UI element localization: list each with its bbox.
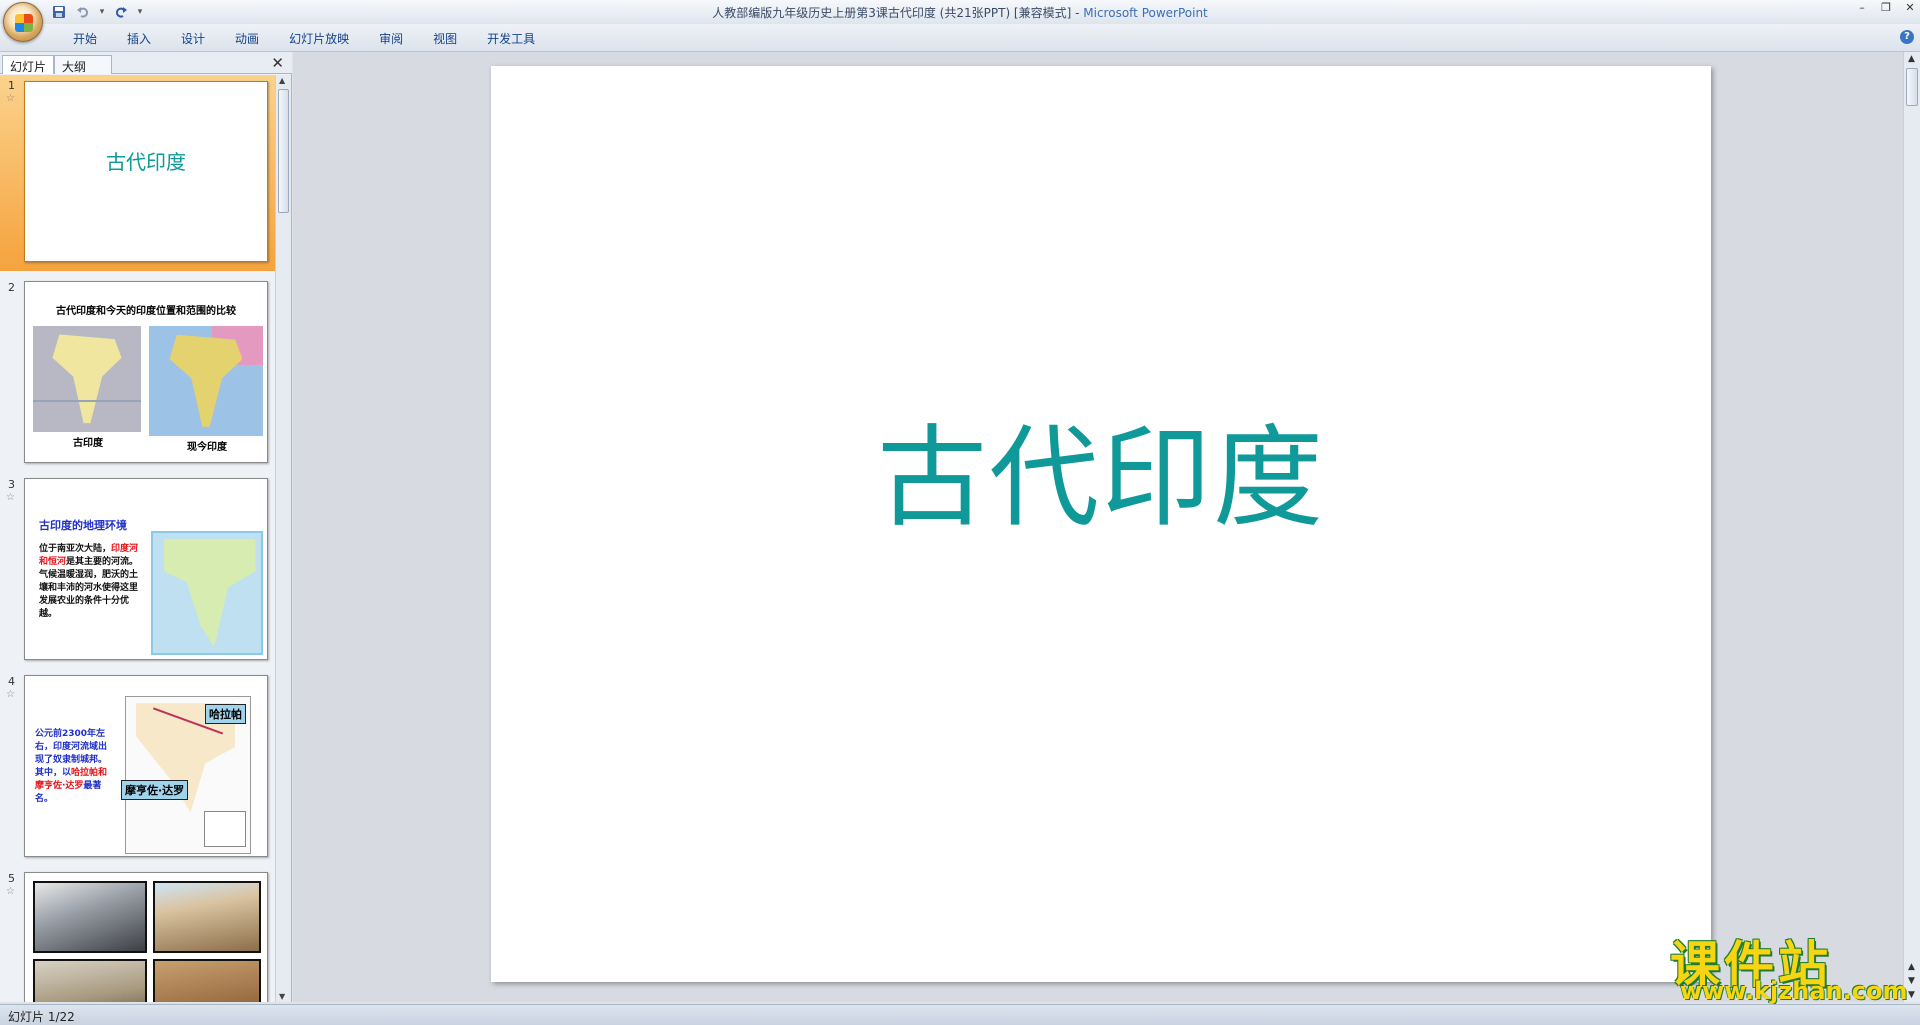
- thumbnail-title: 古代印度: [106, 150, 186, 174]
- thumbnail-number: 2: [8, 281, 15, 294]
- tab-slides[interactable]: 幻灯片: [2, 55, 55, 74]
- restore-icon[interactable]: ❐: [1880, 2, 1892, 14]
- thumbnail-list: 1 ☆ 古代印度 2 古代印度和今天的印度位置和范围的比较 古印度 现今印度 3…: [0, 75, 275, 1002]
- tab-developer[interactable]: 开发工具: [472, 30, 550, 47]
- ancient-india-map: [33, 326, 141, 432]
- animation-star-icon: ☆: [6, 886, 15, 897]
- thumbnail-preview: 古代印度: [24, 81, 268, 262]
- thumbnail-slide-2[interactable]: 2 古代印度和今天的印度位置和范围的比较 古印度 现今印度: [0, 275, 275, 465]
- window-controls: – ❐ ✕: [1856, 2, 1916, 14]
- animation-star-icon: ☆: [6, 93, 15, 104]
- tab-view[interactable]: 视图: [418, 30, 472, 47]
- tab-animations[interactable]: 动画: [220, 30, 274, 47]
- tab-insert[interactable]: 插入: [112, 30, 166, 47]
- tab-outline[interactable]: 大纲: [54, 55, 112, 74]
- thumbnail-body: 公元前2300年左右，印度河流域出现了奴隶制城邦。其中，以哈拉帕和摩亨佐·达罗最…: [35, 729, 108, 804]
- app-name: Microsoft PowerPoint: [1083, 6, 1208, 20]
- pane-scrollbar[interactable]: ▲ ▼: [275, 75, 291, 1002]
- thumbnail-number: 5: [8, 872, 15, 885]
- scroll-up-icon[interactable]: ▲: [279, 76, 285, 85]
- tab-review[interactable]: 审阅: [364, 30, 418, 47]
- editor-scrollbar[interactable]: ▲ ▲ ▼ ▼: [1903, 52, 1920, 1002]
- callout-mohenjo-daro: 摩亨佐·达罗: [121, 780, 189, 800]
- thumbnail-preview: 古代印度和今天的印度位置和范围的比较 古印度 现今印度: [24, 281, 268, 463]
- caption-modern: 现今印度: [187, 442, 227, 453]
- thumbnail-number: 3: [8, 478, 15, 491]
- caption-ancient: 古印度: [73, 438, 103, 449]
- thumbnail-preview: 古印度的地理环境 位于南亚次大陆，印度河和恒河是其主要的河流。气候温暖湿润，肥沃…: [24, 478, 268, 660]
- slides-pane: 幻灯片 大纲 ✕ 1 ☆ 古代印度 2 古代印度和今天的印度位置和范围的比较 古…: [0, 52, 292, 1002]
- animation-star-icon: ☆: [6, 492, 15, 503]
- document-title: 人教部编版九年级历史上册第3课古代印度 (共21张PPT) [兼容模式] -: [712, 6, 1084, 20]
- thumbnail-title: 古印度的地理环境: [39, 519, 127, 532]
- ruins-photo-1: [33, 881, 147, 953]
- office-button[interactable]: [3, 2, 43, 42]
- thumbnail-slide-1[interactable]: 1 ☆ 古代印度: [0, 75, 275, 271]
- current-slide[interactable]: 古代印度: [491, 66, 1711, 982]
- slide-editor: 古代印度: [293, 52, 1903, 1002]
- thumbnail-slide-5[interactable]: 5 ☆: [0, 866, 275, 1002]
- status-bar: 幻灯片 1/22: [0, 1004, 1920, 1025]
- editor-scroll-thumb[interactable]: [1906, 68, 1918, 106]
- thumbnail-preview: 公元前2300年左右，印度河流域出现了奴隶制城邦。其中，以哈拉帕和摩亨佐·达罗最…: [24, 675, 268, 857]
- animation-star-icon: ☆: [6, 689, 15, 700]
- pane-tabs: 幻灯片 大纲 ✕: [0, 52, 292, 74]
- thumbnail-slide-4[interactable]: 4 ☆ 公元前2300年左右，印度河流域出现了奴隶制城邦。其中，以哈拉帕和摩亨佐…: [0, 669, 275, 859]
- tab-design[interactable]: 设计: [166, 30, 220, 47]
- modern-india-map: [149, 326, 263, 436]
- thumbnail-title: 古代印度和今天的印度位置和范围的比较: [56, 306, 236, 317]
- ruins-photo-3: [33, 959, 147, 1002]
- help-icon[interactable]: ?: [1900, 30, 1914, 44]
- tab-home[interactable]: 开始: [58, 30, 112, 47]
- prev-slide-icon[interactable]: ▲: [1908, 962, 1915, 972]
- ribbon-tabs: 开始 插入 设计 动画 幻灯片放映 审阅 视图 开发工具: [58, 30, 550, 47]
- watermark-url: www.kjzhan.com: [1680, 977, 1908, 1005]
- watermark-logo: 课件站 www.kjzhan.com: [1670, 925, 1907, 1005]
- thumbnail-body: 位于南亚次大陆，印度河和恒河是其主要的河流。气候温暖湿润，肥沃的土壤和丰沛的河水…: [39, 544, 139, 619]
- scroll-up-icon[interactable]: ▲: [1908, 54, 1915, 64]
- title-bar: ▾ ▾ 人教部编版九年级历史上册第3课古代印度 (共21张PPT) [兼容模式]…: [0, 0, 1920, 42]
- window-title: 人教部编版九年级历史上册第3课古代印度 (共21张PPT) [兼容模式] - M…: [0, 4, 1920, 21]
- close-pane-icon[interactable]: ✕: [271, 54, 284, 72]
- tab-slideshow[interactable]: 幻灯片放映: [274, 30, 364, 47]
- pane-scroll-thumb[interactable]: [278, 89, 289, 213]
- slide-counter: 幻灯片 1/22: [8, 1010, 75, 1024]
- next-slide-icon[interactable]: ▼: [1908, 976, 1915, 986]
- slide-title[interactable]: 古代印度: [491, 388, 1711, 548]
- scroll-down-icon[interactable]: ▼: [1908, 990, 1915, 1000]
- thumbnail-preview: [24, 872, 268, 1002]
- close-window-icon[interactable]: ✕: [1904, 2, 1916, 14]
- geography-map: [151, 531, 263, 655]
- callout-harappa: 哈拉帕: [205, 704, 246, 724]
- minimize-icon[interactable]: –: [1856, 2, 1868, 14]
- thumbnail-slide-3[interactable]: 3 ☆ 古印度的地理环境 位于南亚次大陆，印度河和恒河是其主要的河流。气候温暖湿…: [0, 472, 275, 662]
- scroll-down-icon[interactable]: ▼: [279, 992, 285, 1001]
- ruins-photo-2: [153, 881, 261, 953]
- ruins-photo-4: [153, 959, 261, 1002]
- thumbnail-number: 4: [8, 675, 15, 688]
- thumbnail-number: 1: [8, 79, 15, 92]
- ribbon: 开始 插入 设计 动画 幻灯片放映 审阅 视图 开发工具 ?: [0, 24, 1920, 52]
